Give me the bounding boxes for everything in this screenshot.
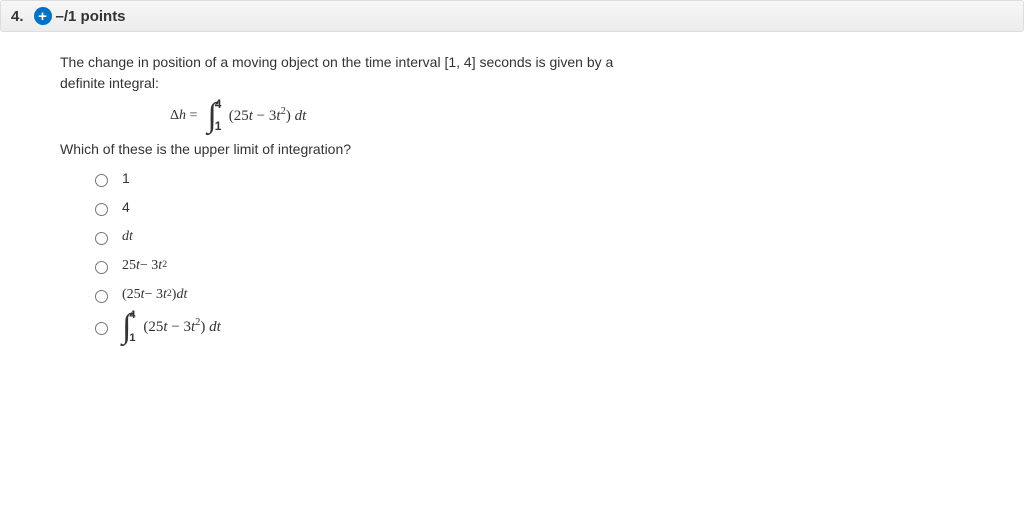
option-4-radio[interactable] xyxy=(95,261,108,274)
question-body: The change in position of a moving objec… xyxy=(40,44,980,368)
option-1[interactable]: 1 xyxy=(90,168,960,189)
points-label: –/1 points xyxy=(56,8,126,25)
option-2-label: 4 xyxy=(122,197,130,218)
option-6-radio[interactable] xyxy=(95,322,108,335)
prompt-line-1: The change in position of a moving objec… xyxy=(60,54,613,70)
integrand: (25t − 3t2) dt xyxy=(143,315,220,339)
option-3[interactable]: dt xyxy=(90,226,960,247)
expand-icon[interactable]: + xyxy=(34,7,52,25)
option-6[interactable]: ∫ 4 1 (25t − 3t2) dt xyxy=(90,313,960,340)
option-2-radio[interactable] xyxy=(95,203,108,216)
question-number: 4. xyxy=(11,8,24,25)
option-5-label: (25t − 3t2) dt xyxy=(122,284,187,305)
option-5[interactable]: (25t − 3t2) dt xyxy=(90,284,960,305)
option-3-label: dt xyxy=(122,226,133,247)
equation: Δh = ∫ 4 1 (25t − 3t2) dt xyxy=(170,102,960,129)
integrand: (25t − 3t2) dt xyxy=(229,104,306,128)
sub-question: Which of these is the upper limit of int… xyxy=(60,139,960,160)
question-prompt: The change in position of a moving objec… xyxy=(60,52,960,94)
option-4-label: 25t − 3t2 xyxy=(122,255,167,276)
option-6-label: ∫ 4 1 (25t − 3t2) dt xyxy=(122,313,225,340)
option-4[interactable]: 25t − 3t2 xyxy=(90,255,960,276)
options-list: 1 4 dt 25t − 3t2 (25t − 3t2) dt xyxy=(90,168,960,340)
option-1-label: 1 xyxy=(122,168,130,189)
integral-lower-limit: 1 xyxy=(129,334,135,343)
option-5-radio[interactable] xyxy=(95,290,108,303)
prompt-line-2: definite integral: xyxy=(60,75,159,91)
question-header: 4. + –/1 points xyxy=(0,0,1024,32)
integral-upper-limit: 4 xyxy=(129,311,135,320)
integral-lower-limit: 1 xyxy=(215,122,222,132)
option-2[interactable]: 4 xyxy=(90,197,960,218)
integral-sign-icon: ∫ 4 1 xyxy=(207,102,216,129)
option-3-radio[interactable] xyxy=(95,232,108,245)
integral-upper-limit: 4 xyxy=(215,100,222,110)
integral-sign-icon: ∫ 4 1 xyxy=(122,313,131,340)
equation-lhs: Δh = xyxy=(170,105,197,126)
option-1-radio[interactable] xyxy=(95,174,108,187)
